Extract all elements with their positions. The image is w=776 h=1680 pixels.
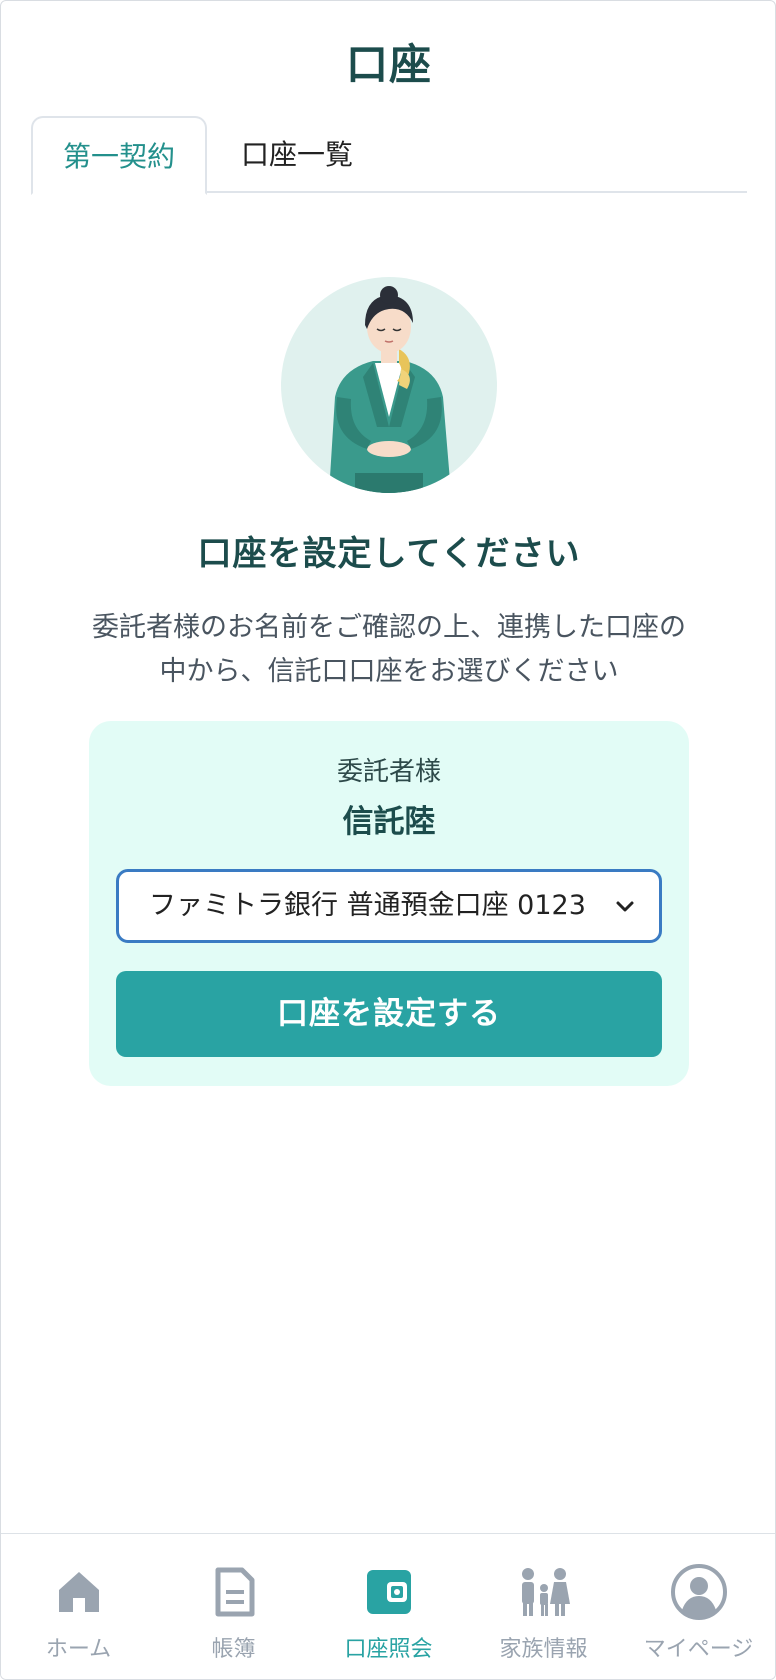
instruction-text: 委託者様のお名前をご確認の上、連携した口座の中から、信託口口座をお選びください	[92, 612, 686, 687]
home-icon	[58, 1572, 99, 1612]
tab-bar: 第一契約 口座一覧	[31, 116, 747, 195]
family-icon	[521, 1568, 570, 1616]
user-icon	[670, 1564, 727, 1620]
page-title: 口座	[345, 40, 432, 89]
tab-first-contract[interactable]: 第一契約	[31, 116, 207, 195]
nav-label-home: ホーム	[45, 1637, 112, 1662]
nav-label-ledger: 帳簿	[211, 1637, 256, 1662]
nav-item-mypage[interactable]: マイページ	[621, 1534, 775, 1679]
nav-item-account-inquiry[interactable]: 口座照会	[311, 1534, 466, 1679]
nav-label-mypage: マイページ	[643, 1637, 754, 1662]
tab-account-list[interactable]: 口座一覧	[207, 116, 387, 193]
nav-item-ledger[interactable]: 帳簿	[156, 1534, 311, 1679]
nav-item-family[interactable]: 家族情報	[466, 1534, 621, 1679]
nav-label-account-inquiry: 口座照会	[344, 1637, 433, 1662]
consignor-name: 信託陸	[342, 804, 436, 840]
nav-label-family: 家族情報	[499, 1637, 588, 1662]
staff-bowing-illustration	[281, 277, 497, 493]
section-heading: 口座を設定してください	[197, 534, 581, 574]
app-screen: 口座 第一契約 口座一覧 口座を設定してください 委託者様のお名前をご確認の上、…	[0, 0, 776, 1680]
document-icon	[215, 1567, 254, 1617]
account-setup-card: 委託者様 信託陸 ファミトラ銀行 普通預金口座 0123 口座を設定する	[89, 721, 689, 1086]
wallet-icon	[366, 1570, 411, 1614]
account-select-value: ファミトラ銀行 普通預金口座 0123	[149, 890, 586, 921]
bottom-navigation: ホーム 帳簿 口座照会 家族情報 マイページ	[1, 1533, 775, 1679]
chevron-down-icon	[616, 901, 634, 912]
account-select[interactable]: ファミトラ銀行 普通預金口座 0123	[116, 869, 662, 943]
consignor-label: 委託者様	[336, 757, 441, 787]
set-account-button[interactable]: 口座を設定する	[116, 971, 662, 1057]
nav-item-home[interactable]: ホーム	[1, 1534, 156, 1679]
